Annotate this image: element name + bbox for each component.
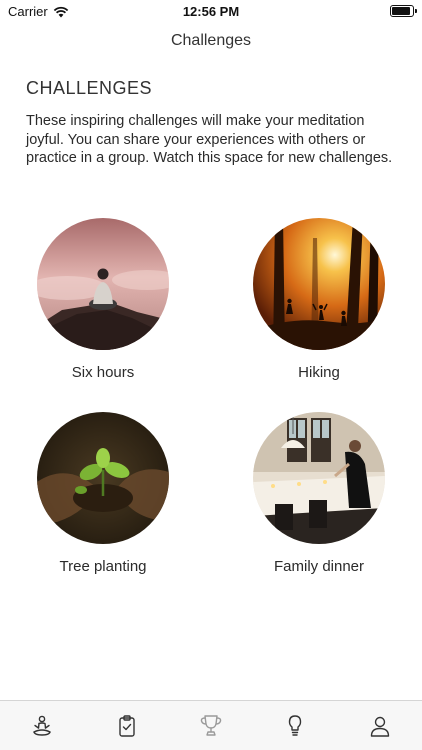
challenge-label: Six hours xyxy=(71,364,135,381)
battery-icon xyxy=(390,5,417,17)
tab-tips[interactable] xyxy=(275,706,315,746)
nav-title: Challenges xyxy=(170,32,252,49)
tab-meditation[interactable] xyxy=(22,706,62,746)
challenge-label: Family dinner xyxy=(273,558,365,575)
meditating-person-image xyxy=(37,218,169,350)
tab-profile[interactable] xyxy=(360,706,400,746)
challenge-card-six-hours[interactable]: Six hours xyxy=(23,218,183,381)
status-time: 12:56 PM xyxy=(182,4,240,19)
tab-bar xyxy=(0,700,422,750)
challenge-card-tree-planting[interactable]: Tree planting xyxy=(23,412,183,575)
clipboard-check-icon xyxy=(118,714,135,737)
challenge-card-hiking[interactable]: Hiking xyxy=(239,218,399,381)
challenge-label: Tree planting xyxy=(59,558,147,575)
lightbulb-icon xyxy=(289,714,302,736)
hiking-forest-image xyxy=(253,218,385,350)
tab-challenges[interactable] xyxy=(191,706,231,746)
profile-icon xyxy=(370,716,389,737)
dinner-table-image xyxy=(253,412,385,544)
status-bar: Carrier 12:56 PM xyxy=(0,0,422,22)
tab-tasks[interactable] xyxy=(107,706,147,746)
meditation-icon xyxy=(33,715,51,736)
challenge-label: Hiking xyxy=(298,364,340,381)
seedling-hands-image xyxy=(37,412,169,544)
section-description: These inspiring challenges will make you… xyxy=(26,113,393,166)
trophy-icon xyxy=(200,714,222,736)
section-heading: CHALLENGES xyxy=(26,78,153,98)
challenge-card-family-dinner[interactable]: Family dinner xyxy=(239,412,399,575)
